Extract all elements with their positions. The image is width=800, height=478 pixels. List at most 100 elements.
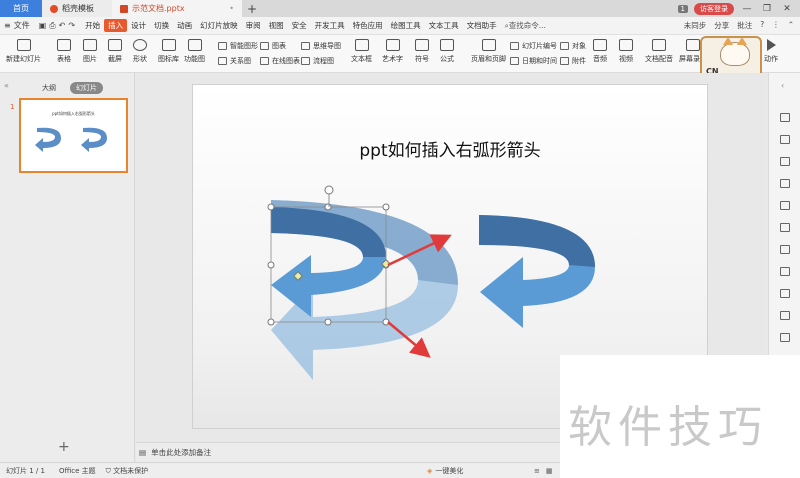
header-footer-icon xyxy=(481,39,496,51)
resize-handle-tl[interactable] xyxy=(267,203,275,211)
function-chart-button[interactable]: 功能图 xyxy=(184,39,205,64)
formula-button[interactable]: 公式 xyxy=(440,39,454,64)
slide-count: 幻灯片 1 / 1 xyxy=(6,466,45,475)
more-icon[interactable]: ⋮ xyxy=(772,20,780,31)
hamburger-icon[interactable]: ≡ xyxy=(4,21,11,30)
menu-design[interactable]: 设计 xyxy=(127,20,150,31)
icon-library-button[interactable]: 图标库 xyxy=(158,39,179,64)
doc-dubbing-button[interactable]: 文档配音 xyxy=(645,39,673,64)
audio-button[interactable]: 音频 xyxy=(593,39,607,64)
collapse-ribbon-icon[interactable]: ⌃ xyxy=(788,20,794,31)
flowchart-button[interactable]: 流程图 xyxy=(301,56,334,66)
collapse-panel-icon[interactable]: « xyxy=(4,81,9,90)
resize-handle-t[interactable] xyxy=(324,203,332,211)
menu-review[interactable]: 审阅 xyxy=(242,20,265,31)
maximize-icon[interactable]: ❐ xyxy=(760,4,774,14)
rotate-handle-icon[interactable] xyxy=(324,185,334,195)
add-slide-icon[interactable]: + xyxy=(58,439,70,455)
menu-transition[interactable]: 切换 xyxy=(150,20,173,31)
visitor-login-button[interactable]: 访客登录 xyxy=(694,2,734,15)
grid-icon[interactable] xyxy=(780,245,790,254)
expand-right-icon[interactable]: ‹ xyxy=(781,81,784,90)
comment-button[interactable]: 批注 xyxy=(737,20,752,31)
image-pane-icon[interactable] xyxy=(780,267,790,276)
menu-view[interactable]: 视图 xyxy=(265,20,288,31)
action-button[interactable]: 动作 xyxy=(764,39,778,64)
menu-developer[interactable]: 开发工具 xyxy=(311,20,349,31)
template-icon[interactable] xyxy=(780,179,790,188)
screenshot-button[interactable]: 截屏 xyxy=(108,39,122,64)
video-button[interactable]: 视频 xyxy=(619,39,633,64)
slide-thumbnail[interactable]: ppt如何插入右弧形箭头 xyxy=(19,98,128,173)
resize-handle-bl[interactable] xyxy=(267,318,275,326)
menu-features[interactable]: 特色应用 xyxy=(349,20,387,31)
layout-icon[interactable] xyxy=(780,201,790,210)
protect-status[interactable]: ⛉ 文档未保护 xyxy=(96,466,148,476)
close-icon[interactable]: ✕ xyxy=(780,4,794,14)
smart-art-button[interactable]: 智能图形 xyxy=(218,41,258,51)
new-slide-icon xyxy=(16,39,31,51)
mind-map-button[interactable]: 思维导图 xyxy=(301,41,341,51)
backup-icon[interactable] xyxy=(780,333,790,342)
command-search[interactable]: ⌕查找命令... xyxy=(501,20,550,31)
resize-handle-l[interactable] xyxy=(267,261,275,269)
share-pane-icon[interactable] xyxy=(780,289,790,298)
new-slide-button[interactable]: 新建幻灯片 xyxy=(6,39,41,64)
table-button[interactable]: 表格 xyxy=(57,39,71,64)
save-icon[interactable]: ▣ xyxy=(39,21,47,30)
normal-view-icon[interactable]: ≡ xyxy=(534,467,540,475)
online-chart-icon xyxy=(260,57,269,65)
wordart-button[interactable]: 艺术字 xyxy=(382,39,403,64)
undo-icon[interactable]: ↶ xyxy=(59,21,66,30)
tab-slides[interactable]: 幻灯片 xyxy=(70,82,103,94)
textbox-button[interactable]: 文本框 xyxy=(351,39,372,64)
notes-placeholder[interactable]: 单击此处添加备注 xyxy=(151,447,211,458)
tab-close-icon[interactable]: • xyxy=(229,4,234,13)
tab-outline[interactable]: 大纲 xyxy=(42,83,56,93)
print-icon[interactable]: ⎙ xyxy=(49,21,55,31)
new-tab-button[interactable]: + xyxy=(242,0,262,17)
menu-insert[interactable]: 插入 xyxy=(104,19,128,32)
tab-home[interactable]: 首页 xyxy=(0,0,42,17)
relation-chart-button[interactable]: 关系图 xyxy=(218,56,251,66)
help-icon[interactable]: ? xyxy=(760,20,764,31)
tab-template[interactable]: 稻壳模板 xyxy=(42,0,112,17)
header-footer-button[interactable]: 页眉和页脚 xyxy=(471,39,506,64)
beautify-button[interactable]: ◈ 一键美化 xyxy=(427,466,463,476)
flowchart-icon xyxy=(301,57,310,65)
chart-pane-icon[interactable] xyxy=(780,223,790,232)
slide-sorter-icon[interactable]: ▦ xyxy=(546,467,553,475)
animation-pane-icon[interactable] xyxy=(780,157,790,166)
shape-button[interactable]: 形状 xyxy=(133,39,147,64)
tab-document[interactable]: 示范文档.pptx • xyxy=(112,0,242,17)
object-button[interactable]: 对象 xyxy=(560,41,586,51)
format-icon[interactable] xyxy=(780,113,790,122)
menu-drawing-tools[interactable]: 绘图工具 xyxy=(387,20,425,31)
audio-icon xyxy=(593,39,607,51)
attachment-icon xyxy=(560,57,569,65)
copy-style-icon[interactable] xyxy=(780,135,790,144)
menu-start[interactable]: 开始 xyxy=(81,20,104,31)
share-button[interactable]: 分享 xyxy=(714,20,729,31)
menu-doc-assistant[interactable]: 文档助手 xyxy=(463,20,501,31)
attachment-button[interactable]: 附件 xyxy=(560,56,586,66)
sync-status[interactable]: 未同步 xyxy=(684,20,707,31)
resize-handle-b[interactable] xyxy=(324,318,332,326)
minimize-icon[interactable]: — xyxy=(740,4,754,14)
picture-button[interactable]: 图片 xyxy=(83,39,97,64)
resize-handle-tr[interactable] xyxy=(382,203,390,211)
window-count-badge[interactable]: 1 xyxy=(677,4,688,13)
menu-slideshow[interactable]: 幻灯片放映 xyxy=(196,20,242,31)
online-chart-button[interactable]: 在线图表 xyxy=(260,56,300,66)
redo-icon[interactable]: ↷ xyxy=(68,21,75,30)
menu-animation[interactable]: 动画 xyxy=(173,20,196,31)
title-bar: 首页 稻壳模板 示范文档.pptx • + 1 访客登录 — ❐ ✕ xyxy=(0,0,800,17)
file-menu[interactable]: 文件 xyxy=(14,20,30,31)
date-time-button[interactable]: 日期和时间 xyxy=(510,56,557,66)
menu-text-tools[interactable]: 文本工具 xyxy=(425,20,463,31)
slide-number-button[interactable]: 幻灯片编号 xyxy=(510,41,557,51)
menu-security[interactable]: 安全 xyxy=(288,20,311,31)
chart-button[interactable]: 图表 xyxy=(260,41,286,51)
symbol-button[interactable]: 符号 xyxy=(415,39,429,64)
record-icon[interactable] xyxy=(780,311,790,320)
